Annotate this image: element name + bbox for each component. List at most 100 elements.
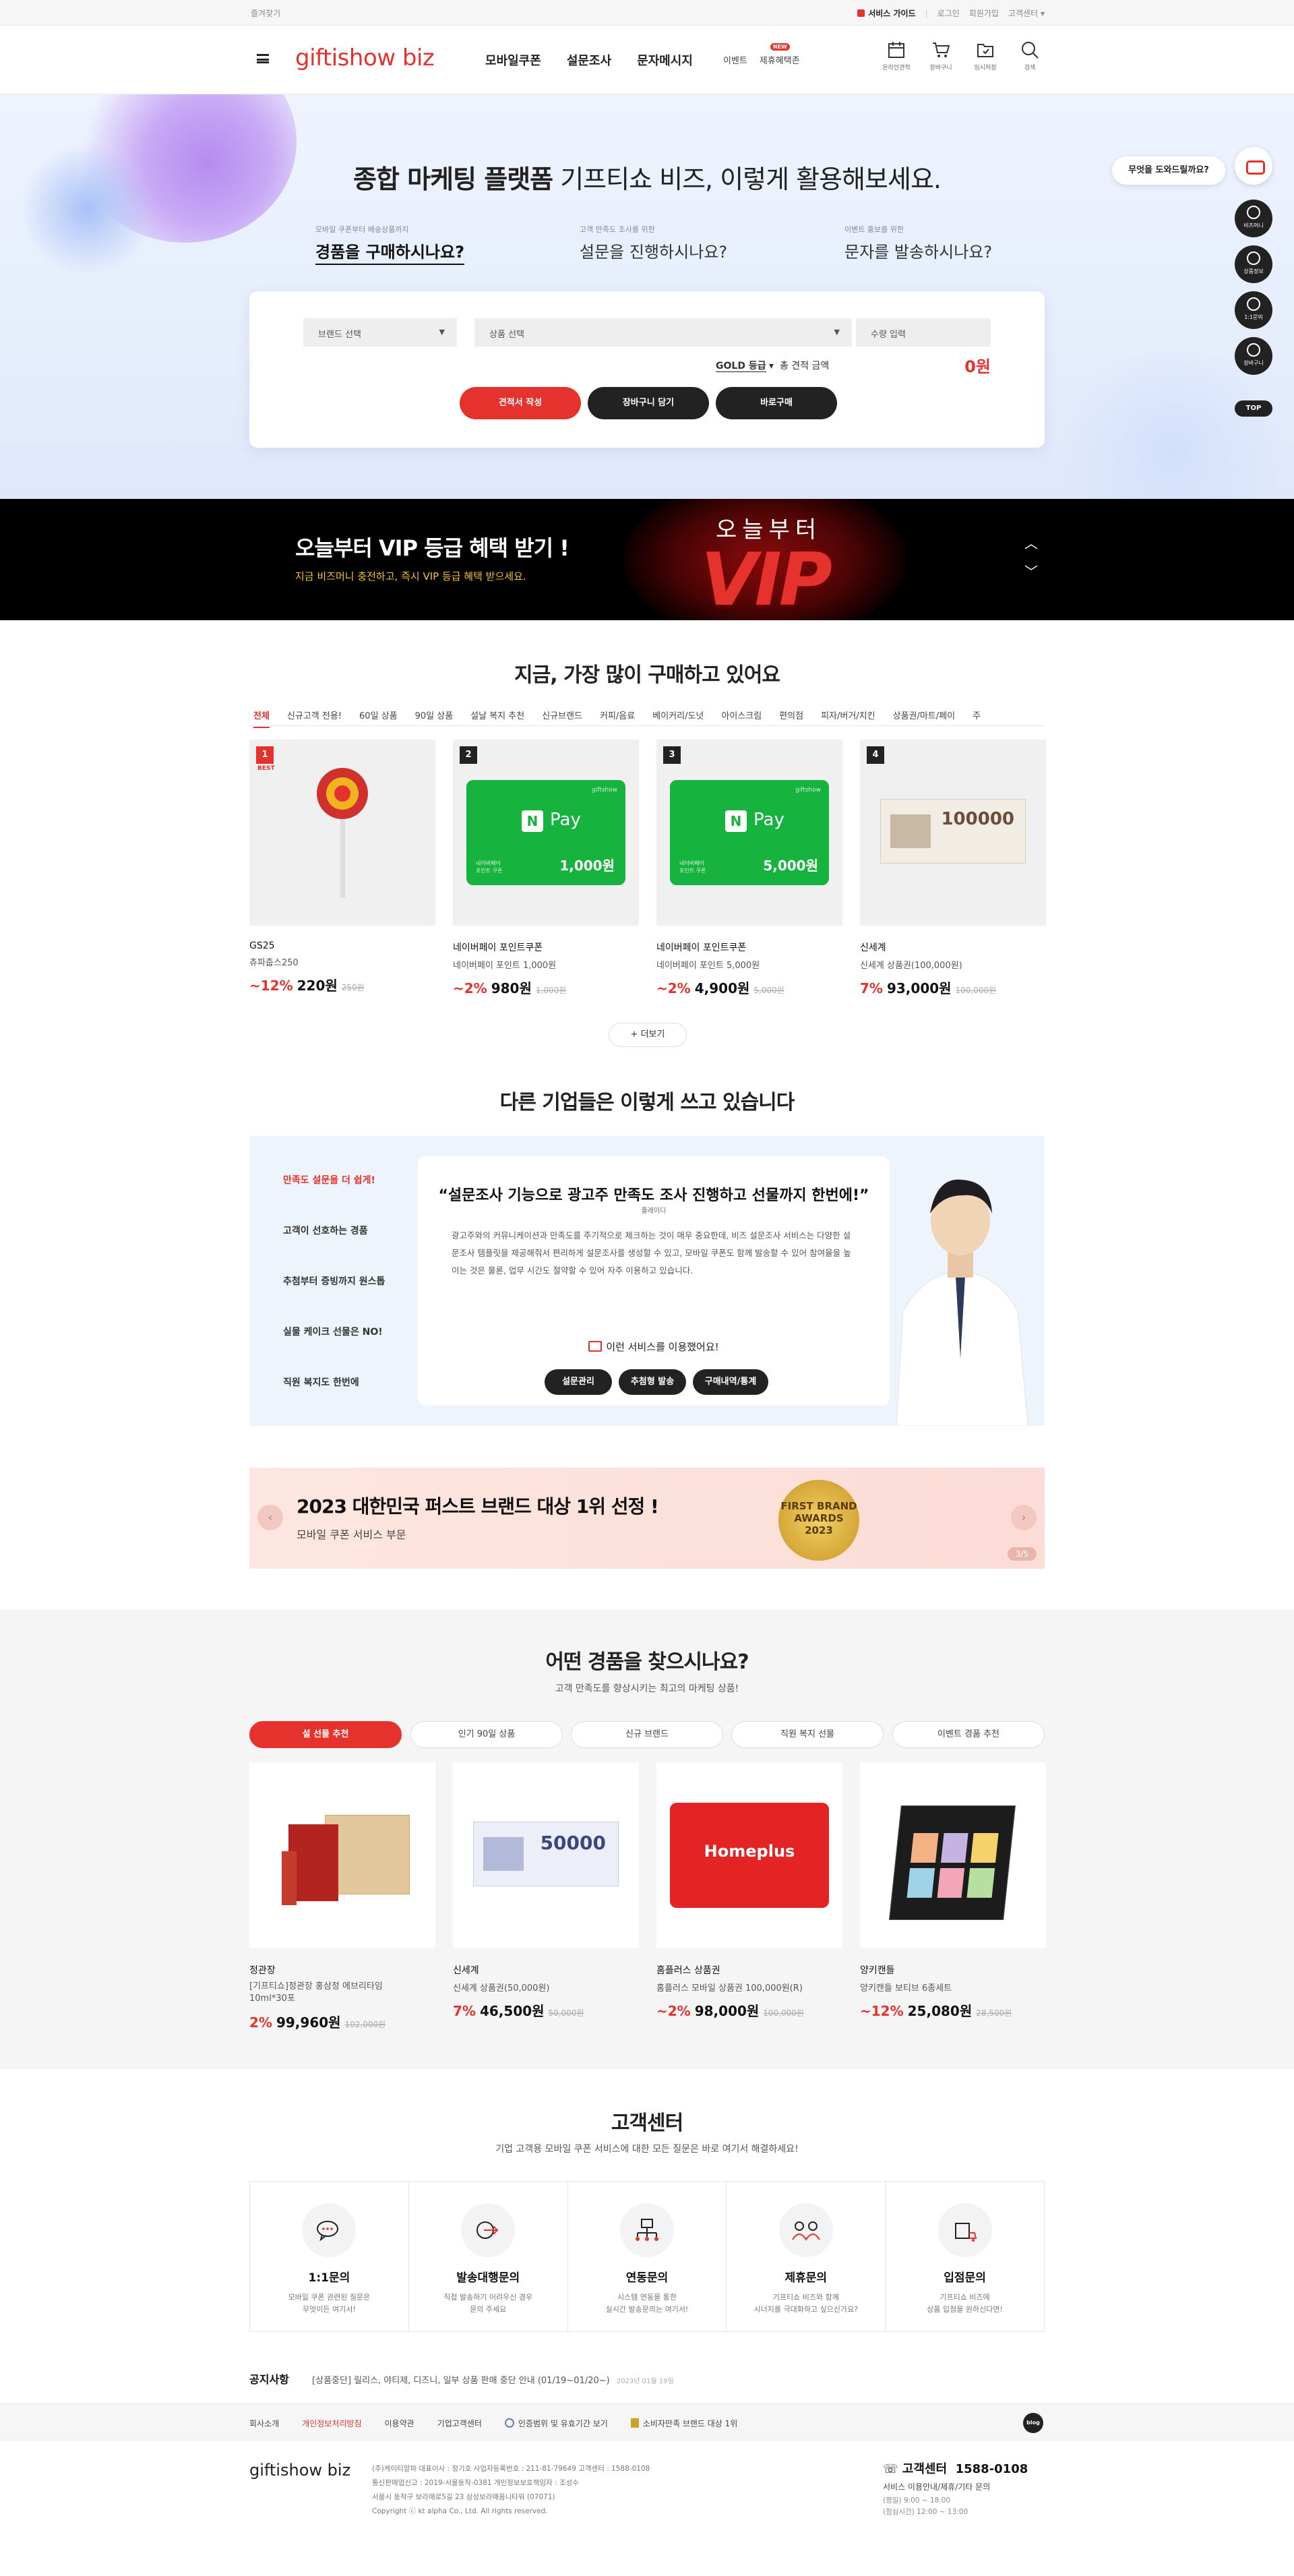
help-bubble[interactable]: 무엇을 도와드릴까요? <box>1112 156 1225 185</box>
service-pill[interactable]: 추첨형 발송 <box>619 1369 686 1395</box>
quick-cart[interactable]: 장바구니 <box>1235 337 1272 375</box>
footer-link-award[interactable]: 소비자만족 브랜드 대상 1위 <box>630 2418 737 2429</box>
recommend-section <box>0 1609 1294 2070</box>
quick-inquiry[interactable]: 1:1문의 <box>1235 291 1272 329</box>
testimonial-box: “설문조사 기능으로 광고주 만족도 조사 진행하고 선물까지 한번에!” 플레… <box>418 1156 890 1406</box>
service-pill[interactable]: 구매내역/통계 <box>693 1369 768 1395</box>
search-button[interactable]: 검색 <box>1015 40 1045 71</box>
usage-menu-item[interactable]: 실물 케이크 선물은 NO! <box>283 1325 383 1338</box>
menu-icon[interactable] <box>257 54 269 63</box>
quantity-placeholder: 수량 입력 <box>871 330 906 340</box>
footer-link-privacy[interactable]: 개인정보처리방침 <box>302 2418 361 2429</box>
temp-save-button[interactable]: 임시저장 <box>970 40 1000 71</box>
cs-item-inquiry[interactable]: 1:1문의 모바일 쿠폰 관련된 질문은 무엇이든 여기서! <box>250 2182 409 2331</box>
quick-product-info[interactable]: 상품정보 <box>1235 245 1272 283</box>
nav-survey[interactable]: 설문조사 <box>567 51 611 69</box>
customer-center-link[interactable]: 고객센터 ▾ <box>1008 7 1045 19</box>
grade-dropdown[interactable]: GOLD 등급 <box>716 361 766 372</box>
tab-sms[interactable]: 이벤트 홍보를 위한 문자를 발송하시나요? <box>844 224 992 262</box>
footer-link-company[interactable]: 회사소개 <box>249 2418 279 2429</box>
usage-menu-item[interactable]: 추첨부터 증빙까지 원스톱 <box>283 1274 385 1288</box>
cs-item-send[interactable]: 발송대행문의 직접 발송하기 어려우신 경우 문의 주세요 <box>409 2182 568 2331</box>
product-card[interactable]: 정관장 [기프티쇼]정관장 홍삼정 에브리타임 10ml*30포 2% 99,96… <box>249 1762 435 2031</box>
buy-now-button[interactable]: 바로구매 <box>716 387 837 419</box>
product-select[interactable]: 상품 선택 ▼ <box>474 318 852 347</box>
tab-survey[interactable]: 고객 만족도 조사를 위한 설문을 진행하시나요? <box>580 224 727 262</box>
blog-icon[interactable]: blog <box>1023 2413 1043 2433</box>
used-services-text: 이런 서비스를 이용했어요! <box>606 1341 719 1353</box>
login-link[interactable]: 로그인 <box>937 7 960 19</box>
product-card[interactable]: 4 100000 신세계 신세계 상품권(100,000원) 7% 93,000원… <box>860 740 1046 997</box>
footer-link-terms[interactable]: 이용약관 <box>385 2418 414 2429</box>
quick-cart-label: 장바구니 <box>1243 360 1264 366</box>
discount-rate: ~12% <box>249 978 293 994</box>
candle-box-image <box>889 1805 1016 1920</box>
hero-title-rest: 기프티쇼 비즈, 이렇게 활용해보세요. <box>553 164 942 194</box>
usage-menu-item[interactable]: 만족도 설문을 더 쉽게! <box>283 1173 375 1187</box>
product-card[interactable]: 1 BEST GS25 츄파춥스250 ~12% 220원 250원 <box>249 740 435 994</box>
rec-tab[interactable]: 직원 복지 선물 <box>731 1721 884 1748</box>
product-card[interactable]: 3 giftshow N Pay 네이버페이 포인트 쿠폰 5,000원 네이버… <box>656 740 842 997</box>
product-card[interactable]: 양키캔들 양키캔들 보티브 6종세트 ~12% 25,080원 28,500원 <box>860 1762 1046 2020</box>
footer-cs-hours-line: (점심시간) 12:00 ~ 13:00 <box>883 2508 968 2516</box>
product-price: ~12% 25,080원 28,500원 <box>860 2000 1046 2020</box>
prev-arrow-icon[interactable]: ‹ <box>257 1505 283 1530</box>
add-to-cart-button[interactable]: 장바구니 담기 <box>588 387 709 419</box>
nav-event[interactable]: 이벤트 <box>723 53 747 66</box>
recommend-title: 어떤 경품을 찾으시나요? <box>545 1650 749 1674</box>
award-banner[interactable]: 2023 대한민국 퍼스트 브랜드 대상 1위 선정 ! 모바일 쿠폰 서비스 … <box>249 1468 1045 1569</box>
nav-sms[interactable]: 문자메시지 <box>637 51 693 69</box>
sale-price: 4,900원 <box>694 980 750 996</box>
sale-price: 220원 <box>297 978 338 994</box>
next-arrow-icon[interactable]: › <box>1011 1505 1037 1530</box>
rec-tab[interactable]: 인기 90일 상품 <box>410 1721 563 1748</box>
discount-rate: 7% <box>860 980 883 996</box>
discount-rate: 2% <box>249 2014 272 2031</box>
rec-tab[interactable]: 이벤트 경품 추천 <box>892 1721 1045 1748</box>
product-card[interactable]: 50000 신세계 신세계 상품권(50,000원) 7% 46,500원 50,0… <box>453 1762 639 2020</box>
cs-item-store[interactable]: 입점문의 기프티쇼 비즈에 상품 입점을 원하신다면! <box>886 2182 1044 2331</box>
store-icon <box>937 2203 992 2257</box>
footer-link-biz-center[interactable]: 기업고객센터 <box>437 2418 482 2429</box>
online-quote-label: 온라인견적 <box>882 65 911 71</box>
product-card[interactable]: 2 giftshow N Pay 네이버페이 포인트 쿠폰 1,000원 네이버… <box>453 740 639 997</box>
vip-banner[interactable]: 오늘부터 VIP 등급 혜택 받기 ! 지금 비즈머니 충전하고, 즉시 VIP… <box>0 499 1294 620</box>
original-price: 102,000원 <box>344 2020 386 2029</box>
footer-link-cert[interactable]: 인증범위 및 유효기간 보기 <box>504 2418 608 2429</box>
cs-item-title: 제휴문의 <box>784 2271 828 2285</box>
tab-survey-label: 설문을 진행하시나요? <box>580 243 728 262</box>
chevron-up-icon[interactable]: ︿ <box>1024 533 1038 552</box>
rec-tab[interactable]: 설 선물 추천 <box>249 1721 402 1748</box>
product-card[interactable]: Homeplus 홈플러스 상품권 홈플러스 모바일 상품권 100,000원(… <box>656 1762 842 2020</box>
tab-purchase[interactable]: 모바일 쿠폰부터 배송상품까지 경품을 구매하시나요? <box>315 224 464 265</box>
notice-link[interactable]: [상품중단] 릴리스, 야티제, 디즈니, 일부 상품 판매 중단 안내 (01… <box>312 2376 610 2386</box>
quantity-input[interactable]: 수량 입력 <box>856 318 991 347</box>
cs-item-partner[interactable]: 제휴문의 기프티쇼 비즈와 함께 시너지를 극대화하고 싶으신가요? <box>727 2182 886 2331</box>
discount-rate: ~2% <box>656 2003 691 2019</box>
usage-menu-item[interactable]: 고객이 선호하는 경품 <box>283 1224 368 1237</box>
signup-link[interactable]: 회원가입 <box>969 7 999 19</box>
online-quote-button[interactable]: 온라인견적 <box>882 40 911 71</box>
top-button[interactable]: TOP <box>1235 400 1272 417</box>
product-brand: 홈플러스 상품권 <box>656 1965 720 1976</box>
write-quote-button[interactable]: 견적서 작성 <box>460 387 581 419</box>
service-guide-link[interactable]: 서비스 가이드 <box>857 7 916 19</box>
api-icon <box>619 2203 674 2257</box>
service-pill[interactable]: 설문관리 <box>545 1369 612 1395</box>
nav-partner[interactable]: NEW 제휴혜택존 <box>760 43 800 66</box>
bookmark-link[interactable]: 즐겨찾기 <box>251 7 280 19</box>
cs-item-api[interactable]: 연동문의 시스템 연동을 통한 실시간 발송문의는 여기서! <box>568 2182 727 2331</box>
footer-info-line: 서울시 동작구 보라매로5길 23 삼성보라매옴니타워 (07071) <box>372 2493 555 2501</box>
chatbot-icon[interactable] <box>1235 147 1272 185</box>
quick-bizmoney[interactable]: 비즈머니 <box>1235 200 1272 237</box>
product-price: ~12% 220원 250원 <box>249 975 435 994</box>
chevron-down-icon[interactable]: ﹀ <box>1024 561 1038 580</box>
cart-button[interactable]: 장바구니 <box>926 40 956 71</box>
brand-select[interactable]: 브랜드 선택 ▼ <box>303 318 457 347</box>
nav-mobile-coupon[interactable]: 모바일쿠폰 <box>485 51 541 69</box>
tab-purchase-sub: 모바일 쿠폰부터 배송상품까지 <box>315 225 409 234</box>
rec-tab[interactable]: 신규 브랜드 <box>571 1721 723 1748</box>
site-logo[interactable]: giftishow biz <box>295 44 435 71</box>
usage-menu-item[interactable]: 직원 복지도 한번에 <box>283 1375 359 1389</box>
more-button[interactable]: + 더보기 <box>609 1023 687 1047</box>
